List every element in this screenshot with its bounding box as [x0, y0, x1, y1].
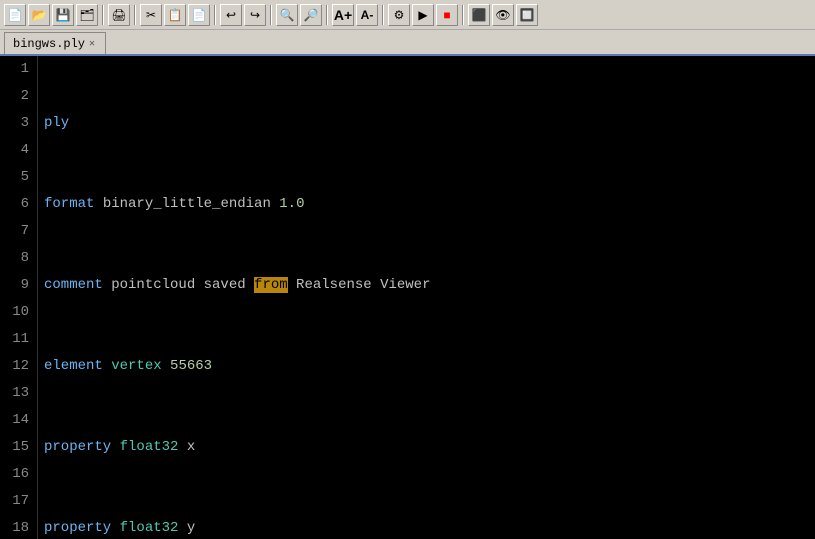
print-button[interactable]: 🖨	[108, 4, 130, 26]
cut-button[interactable]: ✂	[140, 4, 162, 26]
line-num-18: 18	[4, 515, 29, 539]
line-num-16: 16	[4, 461, 29, 488]
extra-button[interactable]: 🔲	[516, 4, 538, 26]
settings-button[interactable]: ⚙	[388, 4, 410, 26]
editor[interactable]: 1 2 3 4 5 6 7 8 9 10 11 12 13 14 15 16 1…	[0, 56, 815, 539]
redo-button[interactable]: ↪	[244, 4, 266, 26]
line-num-6: 6	[4, 191, 29, 218]
zoom-in-button[interactable]: A+	[332, 4, 354, 26]
file-tab[interactable]: bingws.ply ✕	[4, 32, 106, 54]
toolbar: 📄 📂 💾 🗂 🖨 ✂ 📋 📄 ↩ ↪ 🔍 🔎 A+ A- ⚙ ▶ ■ ⬛ 👁 …	[0, 0, 815, 30]
line-num-4: 4	[4, 137, 29, 164]
separator-7	[462, 5, 464, 25]
line-num-12: 12	[4, 353, 29, 380]
replace-button[interactable]: 🔎	[300, 4, 322, 26]
line-num-2: 2	[4, 83, 29, 110]
tab-filename: bingws.ply	[13, 37, 85, 51]
macro-button[interactable]: ⬛	[468, 4, 490, 26]
line-num-10: 10	[4, 299, 29, 326]
line-num-11: 11	[4, 326, 29, 353]
code-line-3: comment pointcloud saved from Realsense …	[44, 272, 809, 299]
line-num-8: 8	[4, 245, 29, 272]
code-line-5: property float32 x	[44, 434, 809, 461]
run-button[interactable]: ▶	[412, 4, 434, 26]
open-button[interactable]: 📂	[28, 4, 50, 26]
paste-button[interactable]: 📄	[188, 4, 210, 26]
line-num-3: 3	[4, 110, 29, 137]
view-button[interactable]: 👁	[492, 4, 514, 26]
separator-5	[326, 5, 328, 25]
line-num-15: 15	[4, 434, 29, 461]
stop-button[interactable]: ■	[436, 4, 458, 26]
code-line-6: property float32 y	[44, 515, 809, 539]
line-num-14: 14	[4, 407, 29, 434]
save-all-button[interactable]: 🗂	[76, 4, 98, 26]
line-num-13: 13	[4, 380, 29, 407]
line-num-1: 1	[4, 56, 29, 83]
line-num-7: 7	[4, 218, 29, 245]
code-content[interactable]: ply format binary_little_endian 1.0 comm…	[38, 56, 815, 539]
copy-button[interactable]: 📋	[164, 4, 186, 26]
undo-button[interactable]: ↩	[220, 4, 242, 26]
line-numbers: 1 2 3 4 5 6 7 8 9 10 11 12 13 14 15 16 1…	[0, 56, 38, 539]
separator-2	[134, 5, 136, 25]
code-line-2: format binary_little_endian 1.0	[44, 191, 809, 218]
save-button[interactable]: 💾	[52, 4, 74, 26]
line-num-17: 17	[4, 488, 29, 515]
separator-3	[214, 5, 216, 25]
new-button[interactable]: 📄	[4, 4, 26, 26]
tab-close-button[interactable]: ✕	[89, 38, 95, 50]
code-line-1: ply	[44, 110, 809, 137]
zoom-out-button[interactable]: A-	[356, 4, 378, 26]
line-num-9: 9	[4, 272, 29, 299]
separator-1	[102, 5, 104, 25]
tab-bar: bingws.ply ✕	[0, 30, 815, 56]
line-num-5: 5	[4, 164, 29, 191]
separator-4	[270, 5, 272, 25]
find-button[interactable]: 🔍	[276, 4, 298, 26]
separator-6	[382, 5, 384, 25]
code-line-4: element vertex 55663	[44, 353, 809, 380]
